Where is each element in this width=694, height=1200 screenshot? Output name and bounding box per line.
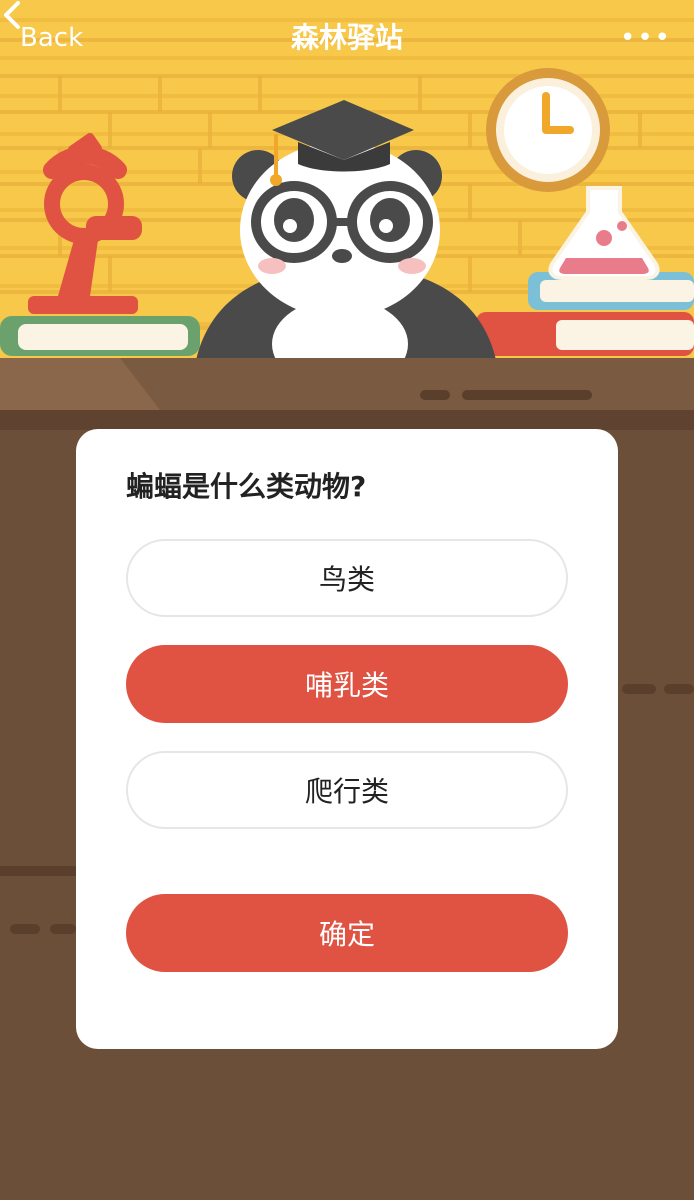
book-stack-left [0, 316, 200, 356]
navigation-bar: Back 森林驿站 ••• [0, 0, 694, 76]
back-button[interactable]: Back [0, 1, 84, 53]
desk-mark [664, 684, 694, 694]
header-illustration: Back 森林驿站 ••• [0, 0, 694, 360]
confirm-button[interactable]: 确定 [126, 894, 568, 972]
clock-icon [486, 68, 610, 192]
question-text: 蝙蝠是什么类动物? [126, 470, 367, 503]
chevron-left-icon [4, 1, 20, 29]
more-dots-icon: ••• [619, 23, 672, 53]
option-button-1[interactable]: 鸟类 [126, 539, 568, 617]
desk-mark [10, 924, 40, 934]
option-button-3[interactable]: 爬行类 [126, 751, 568, 829]
more-menu-button[interactable]: ••• [620, 23, 694, 53]
desk-mark [622, 684, 656, 694]
option-label: 鸟类 [318, 563, 375, 596]
desk-mark [420, 390, 450, 400]
desk-mark [462, 390, 592, 400]
desk-rail [0, 866, 76, 876]
book-stack-right [476, 272, 694, 356]
option-label: 哺乳类 [304, 669, 389, 702]
desk-shadow [0, 410, 694, 430]
microscope-icon [28, 132, 142, 314]
confirm-label: 确定 [318, 918, 375, 951]
option-label: 爬行类 [304, 775, 389, 808]
flask-icon [548, 186, 660, 280]
option-button-2[interactable]: 哺乳类 [126, 645, 568, 723]
back-label: Back [20, 23, 84, 53]
quiz-card: 蝙蝠是什么类动物? 鸟类 哺乳类 爬行类 确定 [76, 429, 618, 1049]
quiz-page: Back 森林驿站 ••• 蝙蝠是什么类动物? 鸟类 哺乳类 爬行类 确定 [0, 0, 694, 1200]
page-title: 森林驿站 [290, 21, 403, 54]
desk-mark [50, 924, 76, 934]
panda-illustration [196, 100, 496, 360]
